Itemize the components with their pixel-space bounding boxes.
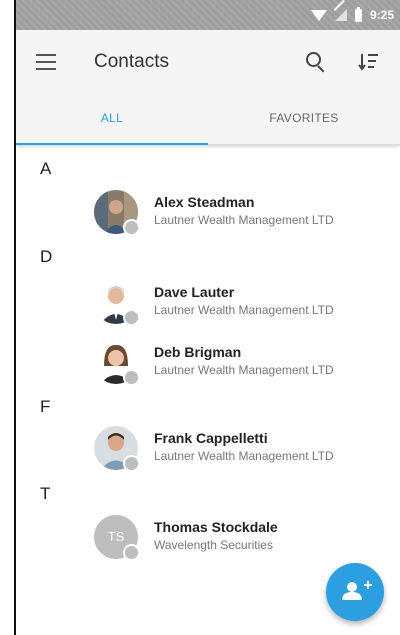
tab-bar: ALL FAVORITES (16, 96, 400, 145)
page-title: Contacts (94, 51, 169, 72)
status-time: 9:25 (369, 8, 394, 22)
menu-icon[interactable] (36, 54, 56, 70)
contact-name: Thomas Stockdale (154, 519, 278, 535)
contact-company: Lautner Wealth Management LTD (154, 449, 334, 463)
presence-indicator (123, 219, 140, 236)
contact-company: Wavelength Securities (154, 538, 273, 552)
contact-row-deb-brigman[interactable]: Deb Brigman Lautner Wealth Management LT… (16, 335, 400, 389)
presence-indicator (123, 369, 140, 386)
contact-company: Lautner Wealth Management LTD (154, 303, 334, 317)
device-edge (0, 0, 16, 635)
status-bar: 9:25 (16, 0, 400, 30)
section-header-t: T (40, 484, 51, 503)
contact-name: Dave Lauter (154, 284, 235, 300)
section-header-f: F (40, 397, 51, 416)
contact-row-alex-steadman[interactable]: Alex Steadman Lautner Wealth Management … (16, 185, 400, 239)
presence-indicator (123, 455, 140, 472)
tab-all[interactable]: ALL (16, 96, 208, 142)
add-contact-button[interactable] (326, 563, 384, 621)
app-window: 9:25 Contacts ALL FAVORITES A Alex Stead… (16, 0, 400, 635)
contact-row-thomas-stockdale[interactable]: TS Thomas Stockdale Wavelength Securitie… (16, 510, 400, 564)
wifi-icon (310, 9, 327, 21)
contact-company: Lautner Wealth Management LTD (154, 213, 334, 227)
contact-company: Lautner Wealth Management LTD (154, 363, 334, 377)
app-bar: Contacts (16, 30, 400, 96)
contact-row-frank-cappelletti[interactable]: Frank Cappelletti Lautner Wealth Managem… (16, 421, 400, 475)
presence-indicator (123, 309, 140, 326)
search-icon[interactable] (306, 52, 326, 73)
presence-indicator (123, 544, 140, 561)
tab-favorites[interactable]: FAVORITES (208, 96, 400, 142)
section-header-d: D (40, 247, 53, 266)
add-contact-icon (342, 581, 372, 600)
signal-icon (334, 9, 347, 21)
contact-name: Deb Brigman (154, 344, 242, 360)
status-icons: 9:25 (310, 6, 394, 24)
contact-name: Alex Steadman (154, 194, 255, 210)
active-tab-indicator (16, 143, 208, 145)
sort-icon[interactable] (358, 52, 380, 72)
contact-row-dave-lauter[interactable]: Dave Lauter Lautner Wealth Management LT… (16, 275, 400, 329)
contact-name: Frank Cappelletti (154, 430, 268, 446)
section-header-a: A (40, 159, 52, 178)
battery-icon (354, 6, 362, 22)
